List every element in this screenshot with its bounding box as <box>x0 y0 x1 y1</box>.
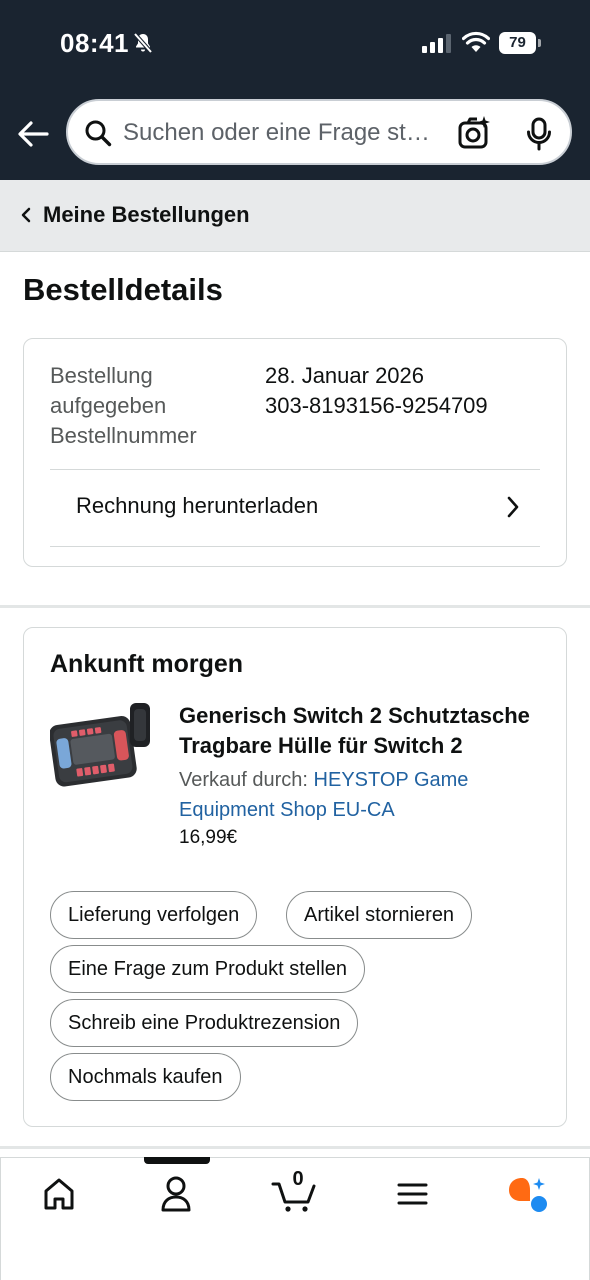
microphone-icon[interactable] <box>526 117 552 151</box>
product-title[interactable]: Generisch Switch 2 Schutztasche Tragbare… <box>179 701 539 761</box>
nav-cart[interactable]: 0 <box>270 1168 322 1216</box>
home-icon <box>44 1178 74 1210</box>
buy-again-button[interactable]: Nochmals kaufen <box>50 1053 241 1101</box>
status-time: 08:41 <box>60 28 129 58</box>
product-image[interactable] <box>50 699 154 803</box>
nav-account[interactable] <box>151 1172 201 1216</box>
order-number-value: 303-8193156-9254709 <box>265 393 488 418</box>
ask-product-question-button[interactable]: Eine Frage zum Produkt stellen <box>50 945 366 993</box>
order-number-label: Bestellnummer <box>50 423 197 448</box>
rufus-assistant-icon <box>509 1178 547 1212</box>
camera-search-icon[interactable] <box>456 115 492 151</box>
battery-indicator: 79 <box>499 32 541 54</box>
download-invoice-row[interactable]: Rechnung herunterladen <box>50 470 540 546</box>
delivery-status: Ankunft morgen <box>50 650 244 678</box>
chevron-right-icon <box>507 496 519 518</box>
sold-by-label: Verkauf durch: <box>179 769 314 791</box>
product-price: 16,99€ <box>179 827 238 848</box>
search-icon <box>85 120 112 147</box>
nav-menu[interactable] <box>387 1172 437 1216</box>
cancel-item-button[interactable]: Artikel stornieren <box>286 891 473 939</box>
order-date-value: 28. Januar 2026 <box>265 363 425 388</box>
section-separator <box>0 1146 590 1149</box>
nav-rufus-assistant[interactable] <box>504 1172 554 1216</box>
order-date-label: Bestellung aufgegeben <box>50 363 167 418</box>
bell-muted-icon <box>133 32 153 54</box>
breadcrumb[interactable]: Meine Bestellungen <box>0 180 590 252</box>
seller-info: Verkauf durch: HEYSTOP Game Equipment Sh… <box>179 765 519 825</box>
user-icon <box>161 1176 191 1212</box>
nav-home[interactable] <box>34 1172 84 1216</box>
back-arrow-icon[interactable] <box>16 117 50 151</box>
top-header: 08:41 79 <box>0 0 590 180</box>
chevron-left-icon <box>21 207 31 223</box>
order-info-card: Bestellung aufgegeben Bestellnummer 28. … <box>23 338 567 567</box>
wifi-icon <box>462 31 490 52</box>
search-input[interactable] <box>123 115 438 151</box>
active-tab-indicator <box>144 1157 210 1164</box>
search-bar[interactable] <box>66 99 572 165</box>
divider <box>50 546 540 547</box>
shipment-card: Ankunft morgen Generisch Switch 2 Schutz… <box>23 627 567 1127</box>
menu-icon <box>397 1183 428 1205</box>
download-invoice-label: Rechnung herunterladen <box>76 493 319 518</box>
order-info-labels: Bestellung aufgegeben Bestellnummer <box>50 361 250 451</box>
battery-level: 79 <box>509 34 526 51</box>
write-review-button[interactable]: Schreib eine Produktrezension <box>50 999 359 1047</box>
cart-count: 0 <box>292 1168 304 1190</box>
section-separator <box>0 605 590 608</box>
track-delivery-button[interactable]: Lieferung verfolgen <box>50 891 258 939</box>
signal-icon <box>422 34 451 53</box>
order-info-values: 28. Januar 2026 303-8193156-9254709 <box>265 361 488 421</box>
breadcrumb-label: Meine Bestellungen <box>43 202 250 227</box>
page-title: Bestelldetails <box>23 272 223 307</box>
